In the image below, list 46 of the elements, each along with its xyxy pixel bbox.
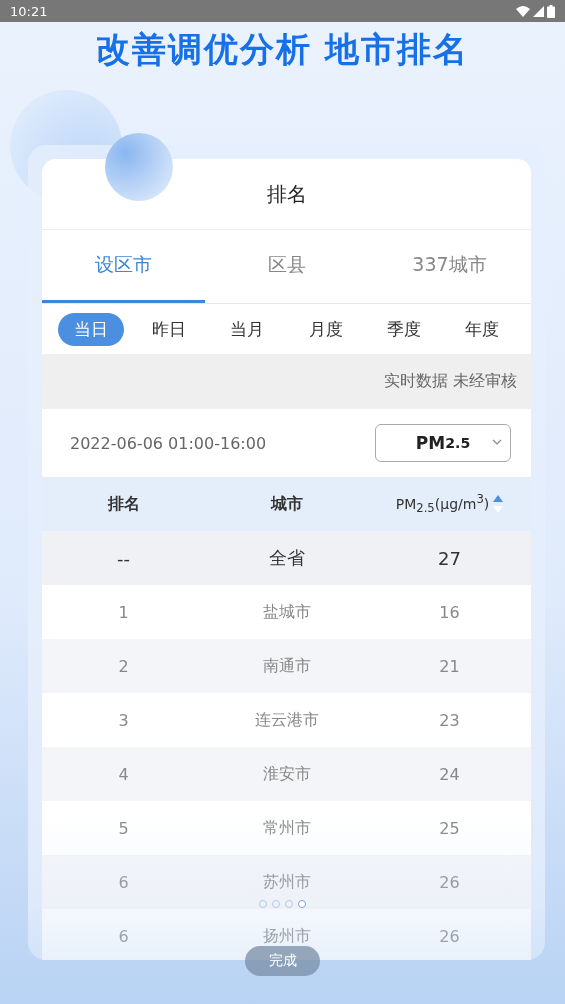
city-cell-text: 苏州市 bbox=[261, 871, 312, 893]
value-cell-text: 25 bbox=[438, 818, 461, 838]
value-cell-text: 24 bbox=[438, 764, 461, 784]
rank-cell-text: 3 bbox=[117, 710, 130, 730]
city-cell-text: 扬州市 bbox=[261, 925, 312, 947]
rank-cell-text: 2 bbox=[117, 656, 130, 676]
value-cell-text: 23 bbox=[438, 710, 461, 730]
city-cell-text: 南通市 bbox=[261, 655, 312, 677]
value-cell-text: 26 bbox=[438, 872, 461, 892]
city-cell-text: 盐城市 bbox=[261, 601, 312, 623]
rank-cell-text: -- bbox=[116, 547, 131, 569]
column-header: 排名 bbox=[106, 493, 141, 515]
city-cell-text: 全省 bbox=[267, 546, 306, 570]
city-cell-text: 连云港市 bbox=[253, 709, 320, 731]
rank-cell-text: 6 bbox=[117, 872, 130, 892]
rank-cell-text: 1 bbox=[117, 602, 130, 622]
notice-text: 实时数据 未经审核 bbox=[383, 371, 517, 392]
status-time: 10:21 bbox=[10, 3, 48, 19]
period-tab[interactable]: 当月 bbox=[214, 312, 281, 346]
value-cell-text: 27 bbox=[437, 547, 462, 569]
value-cell-text: 21 bbox=[438, 656, 461, 676]
banner-title: 改善调优分析 地市排名 bbox=[95, 27, 470, 71]
region-tab[interactable]: 设区市 bbox=[42, 230, 205, 303]
chevron-down-icon bbox=[492, 439, 502, 445]
column-header: 城市 bbox=[269, 493, 304, 515]
region-tab[interactable]: 337城市 bbox=[368, 230, 531, 303]
value-cell-text: 26 bbox=[438, 926, 461, 946]
city-cell-text: 常州市 bbox=[261, 817, 312, 839]
period-tab[interactable]: 月度 bbox=[292, 312, 359, 346]
rank-cell-text: 5 bbox=[117, 818, 130, 838]
signal-icon bbox=[533, 5, 544, 17]
rank-cell-text: 6 bbox=[117, 926, 130, 946]
panel-title: 排名 bbox=[266, 180, 307, 208]
value-cell-text: 16 bbox=[438, 602, 461, 622]
sort-icon[interactable] bbox=[493, 494, 504, 514]
rank-cell-text: 4 bbox=[117, 764, 130, 784]
region-tab[interactable]: 区县 bbox=[205, 230, 368, 303]
time-range: 2022-06-06 01:00-16:00 bbox=[70, 433, 267, 453]
city-cell-text: 淮安市 bbox=[261, 763, 312, 785]
period-tab[interactable]: 年度 bbox=[448, 312, 515, 346]
column-header[interactable]: PM$_{2.5}$(μg/m$^{3}$) bbox=[395, 492, 490, 516]
page-dot[interactable] bbox=[298, 900, 306, 908]
battery-icon bbox=[547, 4, 555, 18]
period-tab[interactable]: 季度 bbox=[370, 312, 437, 346]
wifi-icon bbox=[516, 5, 530, 17]
period-tab[interactable]: 昨日 bbox=[136, 312, 203, 346]
